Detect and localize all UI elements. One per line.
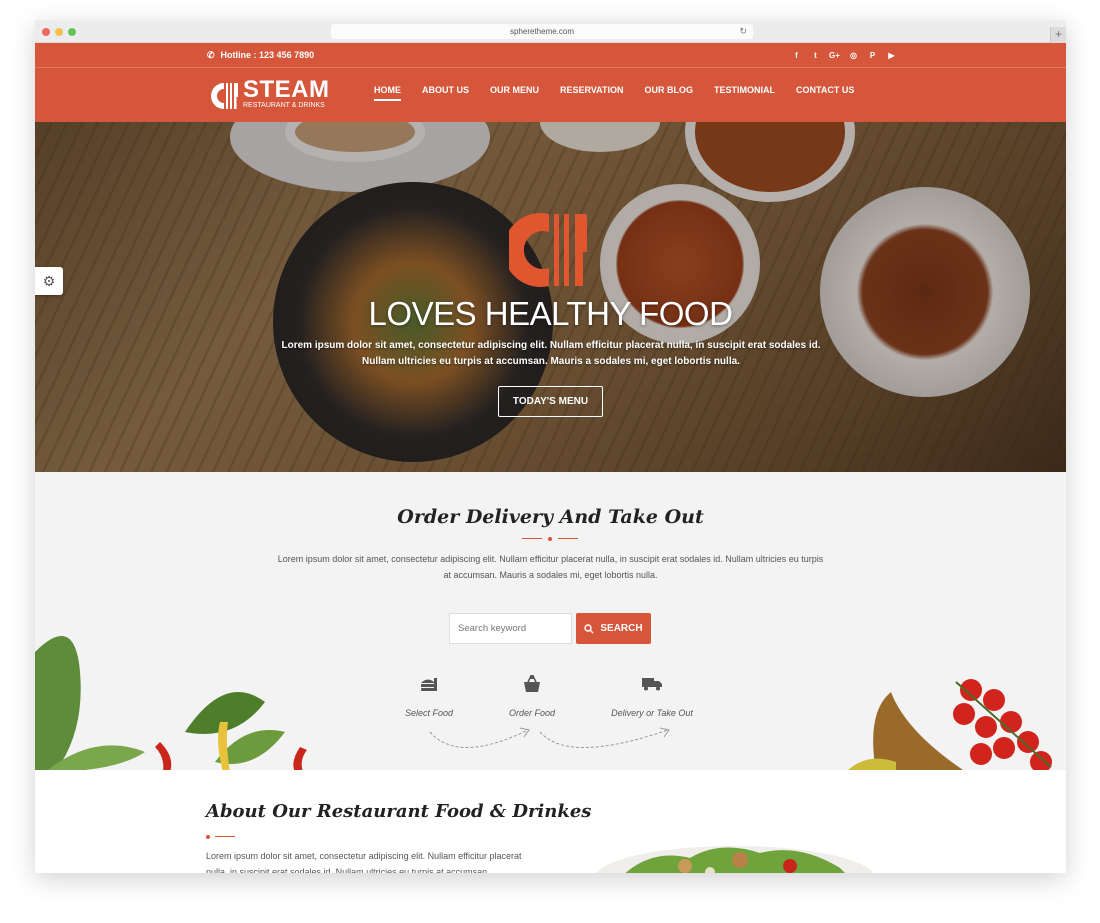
step-select-food: Select Food — [374, 674, 484, 718]
facebook-icon[interactable]: f — [787, 51, 806, 60]
order-section: Order Delivery And Take Out Lorem ipsum … — [35, 472, 1066, 770]
nav-home[interactable]: HOME — [374, 68, 401, 122]
step-label: Order Food — [508, 708, 556, 718]
hero-title: LOVES HEALTHY FOOD — [368, 295, 733, 332]
site-logo[interactable]: STEAM RESTAURANT & DRINKS — [208, 78, 330, 114]
settings-gear-icon[interactable]: ⚙ — [35, 267, 63, 295]
step-label: Select Food — [404, 708, 454, 718]
title-divider — [206, 835, 236, 839]
google-plus-icon[interactable]: G+ — [825, 51, 844, 60]
minimize-window-button[interactable] — [55, 28, 63, 36]
basket-icon — [524, 675, 540, 692]
step-label: Delivery or Take Out — [611, 708, 693, 718]
close-window-button[interactable] — [42, 28, 50, 36]
about-section: About Our Restaurant Food & Drinkes Lore… — [35, 770, 1066, 873]
instagram-icon[interactable]: ◎ — [844, 51, 863, 60]
cutlery-logo-icon — [211, 83, 238, 109]
step-order-food: Order Food — [477, 674, 587, 718]
hero-banner: ⚙ LOVES HEALTHY FOOD Lorem ipsum dolor s… — [35, 122, 1066, 472]
hotline-text: Hotline : 123 456 7890 — [220, 50, 315, 60]
phone-icon: ✆ — [207, 50, 215, 60]
nav-contact-us[interactable]: CONTACT US — [796, 68, 854, 122]
top-bar: ✆ Hotline : 123 456 7890 f t G+ ◎ P ▶ — [35, 43, 1066, 68]
address-bar-url: spheretheme.com — [509, 27, 575, 36]
hero-description: Lorem ipsum dolor sit amet, consectetur … — [281, 340, 821, 367]
youtube-icon[interactable]: ▶ — [882, 51, 901, 60]
about-section-title: About Our Restaurant Food & Drinkes — [206, 801, 592, 822]
main-navbar: STEAM RESTAURANT & DRINKS HOME ABOUT US … — [35, 68, 1066, 122]
nav-our-blog[interactable]: OUR BLOG — [645, 68, 694, 122]
order-section-description: Lorem ipsum dolor sit amet, consectetur … — [277, 554, 824, 580]
search-keyword-input[interactable] — [449, 613, 572, 644]
hotline: ✆ Hotline : 123 456 7890 — [207, 43, 314, 68]
todays-menu-button[interactable]: TODAY'S MENU — [498, 386, 603, 417]
twitter-icon[interactable]: t — [806, 51, 825, 60]
nav-reservation[interactable]: RESERVATION — [560, 68, 624, 122]
nav-about-us[interactable]: ABOUT US — [422, 68, 469, 122]
step-delivery: Delivery or Take Out — [597, 674, 707, 718]
burger-icon — [421, 678, 437, 691]
hero-cutlery-logo-icon — [509, 213, 587, 287]
vegetables-right-image — [848, 679, 1052, 770]
salad-image — [596, 846, 874, 873]
brand-name: STEAM — [243, 76, 330, 103]
about-section-description: Lorem ipsum dolor sit amet, consectetur … — [206, 851, 522, 873]
brand-tagline: RESTAURANT & DRINKS — [243, 102, 325, 109]
reload-icon[interactable]: ↻ — [739, 24, 747, 39]
pinterest-icon[interactable]: P — [863, 51, 882, 60]
search-button[interactable]: SEARCH — [576, 613, 651, 644]
nav-our-menu[interactable]: OUR MENU — [490, 68, 539, 122]
social-links: f t G+ ◎ P ▶ — [787, 43, 901, 68]
new-tab-button[interactable]: + — [1050, 27, 1066, 43]
nav-testimonial[interactable]: TESTIMONIAL — [714, 68, 775, 122]
vegetables-left-image — [35, 636, 307, 770]
search-icon — [584, 623, 594, 633]
truck-icon — [642, 678, 662, 691]
step-arrows-icon — [429, 727, 670, 748]
browser-window: spheretheme.com ↻ + ✆ Hotline : 123 456 7… — [35, 20, 1066, 873]
search-button-label: SEARCH — [600, 623, 643, 634]
order-section-title: Order Delivery And Take Out — [397, 506, 704, 528]
maximize-window-button[interactable] — [68, 28, 76, 36]
address-bar[interactable]: spheretheme.com ↻ — [331, 24, 753, 39]
primary-nav: HOME ABOUT US OUR MENU RESERVATION OUR B… — [374, 68, 875, 122]
browser-chrome: spheretheme.com ↻ + — [35, 20, 1066, 43]
title-divider — [522, 537, 578, 541]
